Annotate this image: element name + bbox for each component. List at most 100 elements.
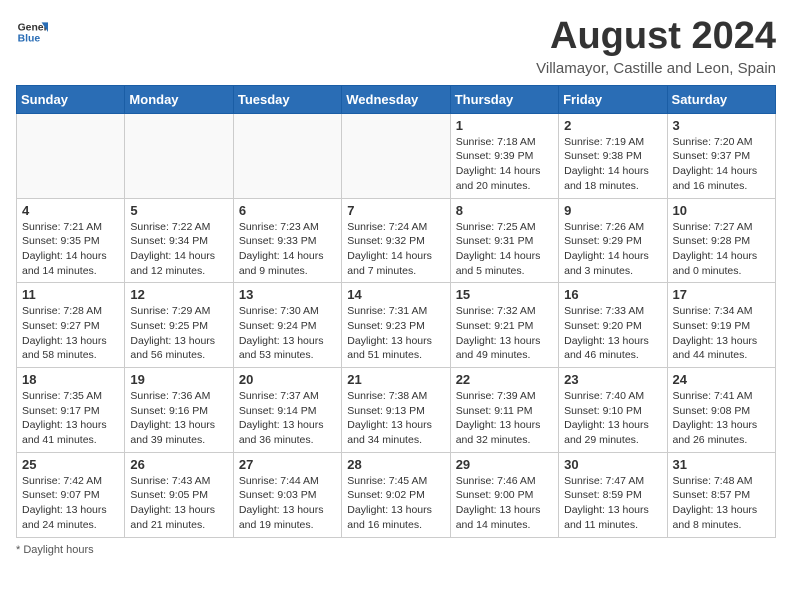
day-info: Sunrise: 7:35 AMSunset: 9:17 PMDaylight:… xyxy=(22,389,119,448)
calendar-cell: 28 Sunrise: 7:45 AMSunset: 9:02 PMDayligh… xyxy=(342,452,450,537)
calendar-cell: 14Sunrise: 7:31 AMSunset: 9:23 PMDayligh… xyxy=(342,283,450,368)
day-info: Sunrise: 7:45 AMSunset: 9:02 PMDaylight:… xyxy=(347,474,444,533)
calendar-cell: 19 Sunrise: 7:36 AMSunset: 9:16 PMDayligh… xyxy=(125,368,233,453)
day-info: Sunrise: 7:25 AMSunset: 9:31 PMDaylight:… xyxy=(456,220,553,279)
day-number: 7 xyxy=(347,203,444,218)
calendar-cell xyxy=(17,113,125,198)
calendar-week-2: 4 Sunrise: 7:21 AMSunset: 9:35 PMDaylight… xyxy=(17,198,776,283)
calendar-cell: 6Sunrise: 7:23 AMSunset: 9:33 PMDaylight… xyxy=(233,198,341,283)
main-title: August 2024 xyxy=(536,16,776,58)
day-number: 30 xyxy=(564,457,661,472)
title-area: August 2024 Villamayor, Castille and Leo… xyxy=(536,16,776,77)
day-number: 1 xyxy=(456,118,553,133)
day-number: 28 xyxy=(347,457,444,472)
calendar-cell: 9 Sunrise: 7:26 AMSunset: 9:29 PMDaylight… xyxy=(559,198,667,283)
day-number: 8 xyxy=(456,203,553,218)
day-info: Sunrise: 7:44 AMSunset: 9:03 PMDaylight:… xyxy=(239,474,336,533)
day-number: 3 xyxy=(673,118,770,133)
calendar-cell: 30 Sunrise: 7:47 AMSunset: 8:59 PMDayligh… xyxy=(559,452,667,537)
day-number: 18 xyxy=(22,372,119,387)
day-number: 16 xyxy=(564,287,661,302)
day-info: Sunrise: 7:41 AMSunset: 9:08 PMDaylight:… xyxy=(673,389,770,448)
day-info: Sunrise: 7:31 AMSunset: 9:23 PMDaylight:… xyxy=(347,304,444,363)
calendar-week-3: 11 Sunrise: 7:28 AMSunset: 9:27 PMDayligh… xyxy=(17,283,776,368)
calendar-week-4: 18 Sunrise: 7:35 AMSunset: 9:17 PMDayligh… xyxy=(17,368,776,453)
day-info: Sunrise: 7:20 AMSunset: 9:37 PMDaylight:… xyxy=(673,135,770,194)
col-header-monday: Monday xyxy=(125,85,233,113)
day-info: Sunrise: 7:29 AMSunset: 9:25 PMDaylight:… xyxy=(130,304,227,363)
day-number: 9 xyxy=(564,203,661,218)
day-info: Sunrise: 7:38 AMSunset: 9:13 PMDaylight:… xyxy=(347,389,444,448)
day-number: 2 xyxy=(564,118,661,133)
calendar-cell: 5Sunrise: 7:22 AMSunset: 9:34 PMDaylight… xyxy=(125,198,233,283)
day-number: 10 xyxy=(673,203,770,218)
day-number: 19 xyxy=(130,372,227,387)
col-header-thursday: Thursday xyxy=(450,85,558,113)
calendar-cell: 26Sunrise: 7:43 AMSunset: 9:05 PMDayligh… xyxy=(125,452,233,537)
calendar-cell: 1 Sunrise: 7:18 AMSunset: 9:39 PMDaylight… xyxy=(450,113,558,198)
day-info: Sunrise: 7:36 AMSunset: 9:16 PMDaylight:… xyxy=(130,389,227,448)
calendar-cell: 16 Sunrise: 7:33 AMSunset: 9:20 PMDayligh… xyxy=(559,283,667,368)
svg-text:Blue: Blue xyxy=(18,34,41,45)
day-info: Sunrise: 7:18 AMSunset: 9:39 PMDaylight:… xyxy=(456,135,553,194)
day-info: Sunrise: 7:21 AMSunset: 9:35 PMDaylight:… xyxy=(22,220,119,279)
day-info: Sunrise: 7:39 AMSunset: 9:11 PMDaylight:… xyxy=(456,389,553,448)
calendar-cell: 12Sunrise: 7:29 AMSunset: 9:25 PMDayligh… xyxy=(125,283,233,368)
day-info: Sunrise: 7:43 AMSunset: 9:05 PMDaylight:… xyxy=(130,474,227,533)
calendar-cell: 29Sunrise: 7:46 AMSunset: 9:00 PMDayligh… xyxy=(450,452,558,537)
col-header-friday: Friday xyxy=(559,85,667,113)
calendar-cell: 4 Sunrise: 7:21 AMSunset: 9:35 PMDaylight… xyxy=(17,198,125,283)
calendar-cell xyxy=(233,113,341,198)
calendar-cell xyxy=(125,113,233,198)
calendar-cell: 23 Sunrise: 7:40 AMSunset: 9:10 PMDayligh… xyxy=(559,368,667,453)
day-info: Sunrise: 7:23 AMSunset: 9:33 PMDaylight:… xyxy=(239,220,336,279)
day-info: Sunrise: 7:33 AMSunset: 9:20 PMDaylight:… xyxy=(564,304,661,363)
day-info: Sunrise: 7:28 AMSunset: 9:27 PMDaylight:… xyxy=(22,304,119,363)
calendar-cell: 2 Sunrise: 7:19 AMSunset: 9:38 PMDaylight… xyxy=(559,113,667,198)
day-number: 20 xyxy=(239,372,336,387)
calendar-cell: 22 Sunrise: 7:39 AMSunset: 9:11 PMDayligh… xyxy=(450,368,558,453)
day-info: Sunrise: 7:26 AMSunset: 9:29 PMDaylight:… xyxy=(564,220,661,279)
day-info: Sunrise: 7:27 AMSunset: 9:28 PMDaylight:… xyxy=(673,220,770,279)
calendar-cell: 17Sunrise: 7:34 AMSunset: 9:19 PMDayligh… xyxy=(667,283,775,368)
day-info: Sunrise: 7:22 AMSunset: 9:34 PMDaylight:… xyxy=(130,220,227,279)
col-header-sunday: Sunday xyxy=(17,85,125,113)
day-number: 21 xyxy=(347,372,444,387)
calendar-cell: 11 Sunrise: 7:28 AMSunset: 9:27 PMDayligh… xyxy=(17,283,125,368)
day-number: 22 xyxy=(456,372,553,387)
day-number: 29 xyxy=(456,457,553,472)
day-number: 25 xyxy=(22,457,119,472)
calendar-header-row: SundayMondayTuesdayWednesdayThursdayFrid… xyxy=(17,85,776,113)
day-info: Sunrise: 7:47 AMSunset: 8:59 PMDaylight:… xyxy=(564,474,661,533)
day-number: 17 xyxy=(673,287,770,302)
day-number: 15 xyxy=(456,287,553,302)
day-info: Sunrise: 7:30 AMSunset: 9:24 PMDaylight:… xyxy=(239,304,336,363)
footer-note: * Daylight hours xyxy=(16,544,776,556)
calendar-cell: 8 Sunrise: 7:25 AMSunset: 9:31 PMDaylight… xyxy=(450,198,558,283)
header: General Blue August 2024 Villamayor, Cas… xyxy=(16,16,776,77)
day-number: 27 xyxy=(239,457,336,472)
day-number: 11 xyxy=(22,287,119,302)
col-header-saturday: Saturday xyxy=(667,85,775,113)
calendar-cell: 18 Sunrise: 7:35 AMSunset: 9:17 PMDayligh… xyxy=(17,368,125,453)
calendar-cell: 25 Sunrise: 7:42 AMSunset: 9:07 PMDayligh… xyxy=(17,452,125,537)
calendar-cell xyxy=(342,113,450,198)
day-number: 24 xyxy=(673,372,770,387)
calendar-week-5: 25 Sunrise: 7:42 AMSunset: 9:07 PMDayligh… xyxy=(17,452,776,537)
day-number: 23 xyxy=(564,372,661,387)
day-number: 13 xyxy=(239,287,336,302)
calendar-cell: 21 Sunrise: 7:38 AMSunset: 9:13 PMDayligh… xyxy=(342,368,450,453)
calendar-cell: 31Sunrise: 7:48 AMSunset: 8:57 PMDayligh… xyxy=(667,452,775,537)
calendar-cell: 7Sunrise: 7:24 AMSunset: 9:32 PMDaylight… xyxy=(342,198,450,283)
day-number: 4 xyxy=(22,203,119,218)
day-info: Sunrise: 7:40 AMSunset: 9:10 PMDaylight:… xyxy=(564,389,661,448)
calendar-cell: 24 Sunrise: 7:41 AMSunset: 9:08 PMDayligh… xyxy=(667,368,775,453)
day-info: Sunrise: 7:32 AMSunset: 9:21 PMDaylight:… xyxy=(456,304,553,363)
calendar-cell: 27 Sunrise: 7:44 AMSunset: 9:03 PMDayligh… xyxy=(233,452,341,537)
calendar-cell: 10 Sunrise: 7:27 AMSunset: 9:28 PMDayligh… xyxy=(667,198,775,283)
logo: General Blue xyxy=(16,16,48,48)
calendar-cell: 15 Sunrise: 7:32 AMSunset: 9:21 PMDayligh… xyxy=(450,283,558,368)
day-info: Sunrise: 7:19 AMSunset: 9:38 PMDaylight:… xyxy=(564,135,661,194)
calendar-week-1: 1 Sunrise: 7:18 AMSunset: 9:39 PMDaylight… xyxy=(17,113,776,198)
day-info: Sunrise: 7:42 AMSunset: 9:07 PMDaylight:… xyxy=(22,474,119,533)
